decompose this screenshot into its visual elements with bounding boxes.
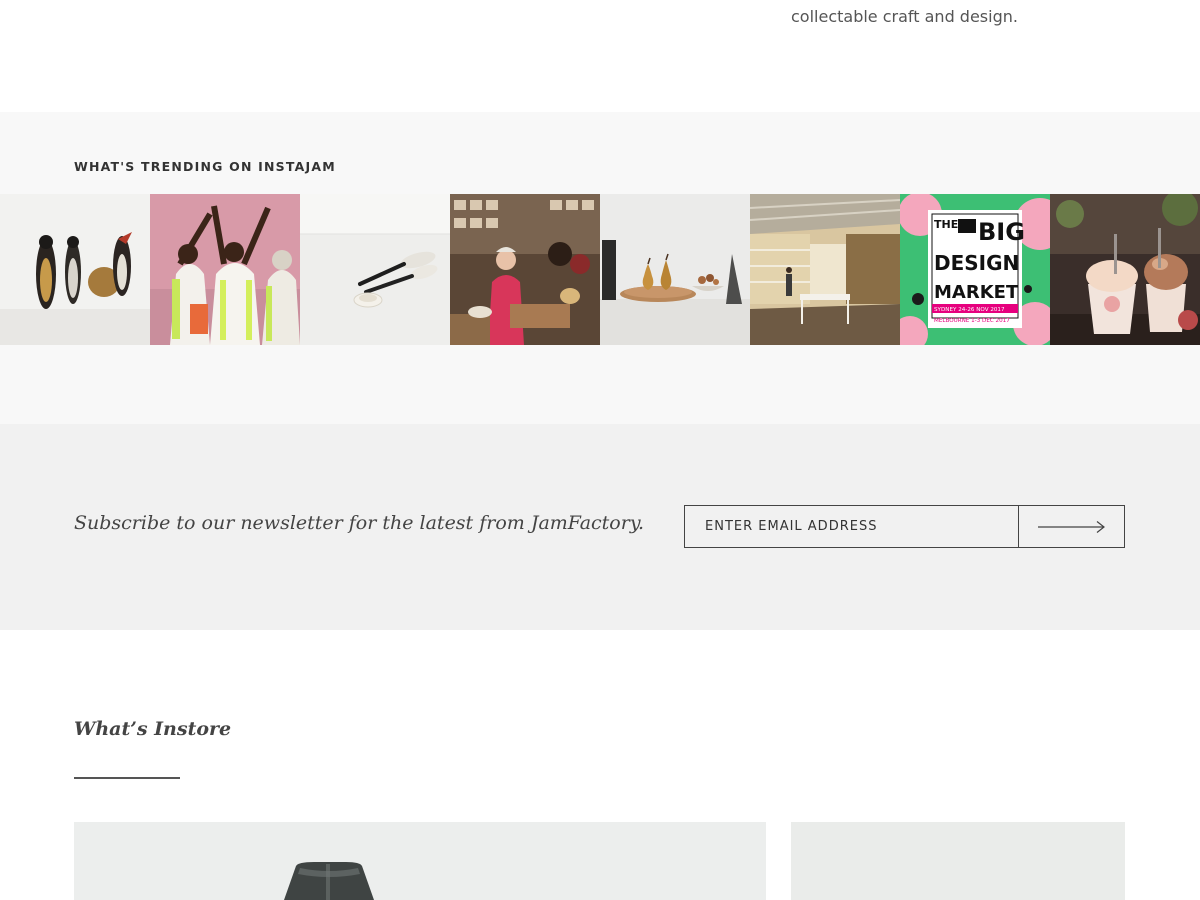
instore-card-vase[interactable] (74, 822, 766, 900)
instore-title: What’s Instore (74, 718, 232, 740)
gelato-image (1050, 194, 1200, 345)
design-market-poster-image: THE BIG DESIGN MARKET SYDNEY 24-26 NOV 2… (900, 194, 1050, 345)
instagram-tile-gelato[interactable] (1050, 194, 1200, 345)
instagram-tile-store[interactable] (750, 194, 900, 345)
instagram-tile-penguins[interactable] (0, 194, 150, 345)
instagram-strip: THE BIG DESIGN MARKET SYDNEY 24-26 NOV 2… (0, 194, 1200, 345)
poster-design: DESIGN (934, 251, 1019, 275)
penguin-figurines-image (0, 194, 150, 345)
instagram-tile-spoons[interactable] (300, 194, 450, 345)
instagram-tile-pears[interactable] (600, 194, 750, 345)
pears-image (600, 194, 750, 345)
poster-dates-sydney: SYDNEY 24-26 NOV 2017 (934, 307, 1005, 313)
intro-text: collectable craft and design. (791, 0, 1171, 30)
store-interior-image (750, 194, 900, 345)
instagram-tile-workshop[interactable] (450, 194, 600, 345)
poster-big: BIG (978, 218, 1025, 246)
product-image-placeholder (791, 822, 1125, 900)
intro-text-line: collectable craft and design. (791, 7, 1018, 26)
instore-card-product[interactable] (791, 822, 1125, 900)
dancers-image (150, 194, 300, 345)
email-input[interactable] (685, 506, 1019, 547)
newsletter-section: Subscribe to our newsletter for the late… (0, 424, 1200, 630)
glass-vase-image (74, 822, 766, 900)
newsletter-form (684, 505, 1125, 548)
workshop-image (450, 194, 600, 345)
poster-the: THE (934, 218, 958, 231)
newsletter-text: Subscribe to our newsletter for the late… (74, 512, 645, 534)
poster-dates-melbourne: MELBOURNE 1-3 DEC 2017 (934, 318, 1010, 324)
trending-section: WHAT'S TRENDING ON INSTAJAM THE BIG DESI… (0, 112, 1200, 424)
trending-heading: WHAT'S TRENDING ON INSTAJAM (74, 159, 336, 174)
poster-market: MARKET (934, 282, 1019, 303)
instagram-tile-dancers[interactable] (150, 194, 300, 345)
arrow-right-icon (1037, 520, 1105, 533)
subscribe-button[interactable] (1019, 506, 1124, 547)
instore-divider (74, 777, 180, 779)
instagram-tile-design-market[interactable]: THE BIG DESIGN MARKET SYDNEY 24-26 NOV 2… (900, 194, 1050, 345)
ceramic-spoons-image (300, 194, 450, 345)
